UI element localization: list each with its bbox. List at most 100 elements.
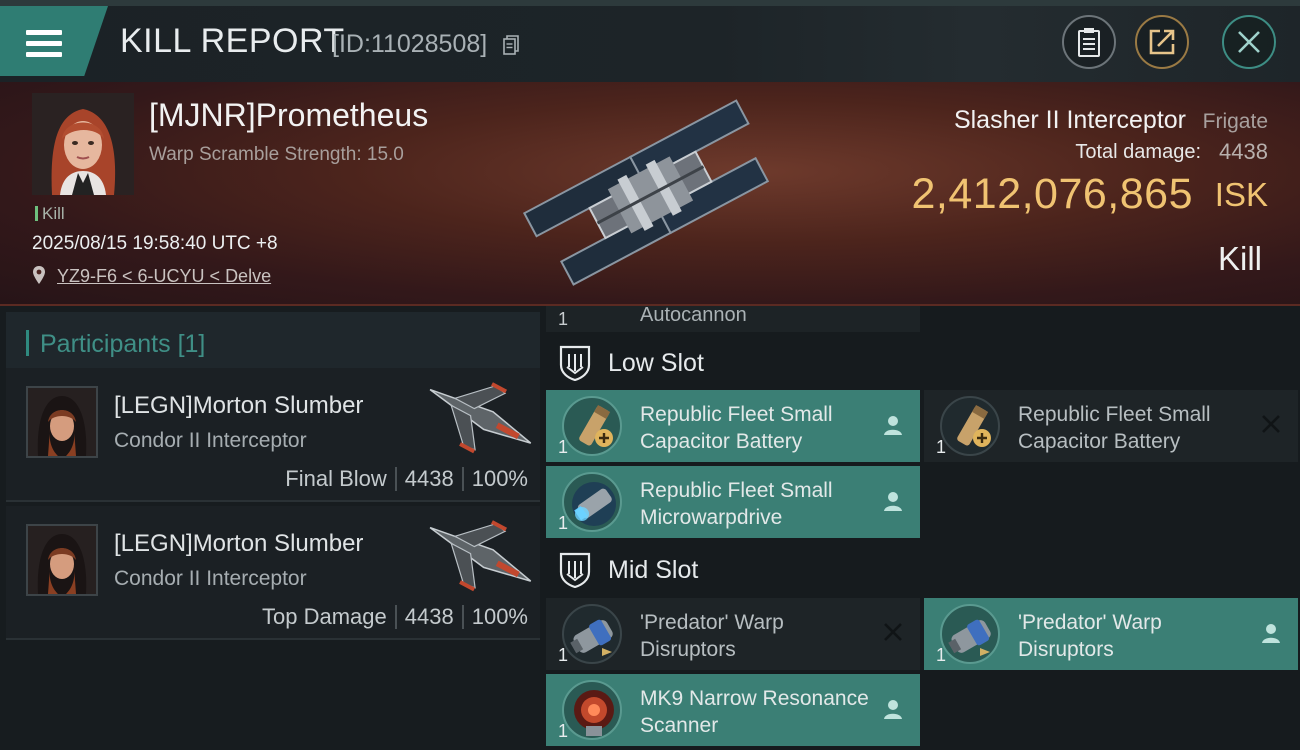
participants-header: Participants [1] — [6, 312, 540, 370]
person-icon — [1262, 624, 1280, 643]
module-quantity: 1 — [936, 645, 947, 665]
clipboard-icon — [1078, 28, 1100, 57]
victim-ship-name[interactable]: Slasher II Interceptor — [954, 106, 1186, 135]
module-name: 'Predator' Warp Disruptors — [1018, 611, 1162, 661]
person-icon — [884, 416, 902, 435]
participant-ship: Condor II Interceptor — [114, 567, 307, 590]
isk-value: 2,412,076,865 — [911, 170, 1193, 218]
kill-timestamp: 2025/08/15 19:58:40 UTC +8 — [32, 233, 278, 254]
participant-avatar — [28, 388, 96, 456]
participant-stats: Final Blow 4438 100% — [285, 466, 528, 492]
location-link[interactable]: YZ9-F6 < 6-UCYU < Delve — [57, 266, 271, 286]
module-item[interactable]: 1 Republic Fleet Small Microwarpdrive — [546, 466, 920, 538]
close-button[interactable] — [1222, 15, 1276, 69]
participant-row[interactable]: [LEGN]Morton Slumber Condor II Intercept… — [6, 368, 540, 502]
warp-disruptor-icon — [940, 604, 1000, 664]
module-item[interactable]: 1 'Predator' Warp Disruptors — [924, 598, 1298, 670]
clipboard-button[interactable] — [1062, 15, 1116, 69]
top-bar: KILL REPORT [ID:11028508] — [0, 0, 1300, 82]
capacitor-battery-icon — [940, 396, 1000, 456]
total-damage-label: Total damage: — [1075, 141, 1201, 163]
low-slot-header: Low Slot — [558, 338, 704, 388]
stat-divider — [461, 605, 464, 629]
module-name: Republic Fleet Small Capacitor Battery — [1018, 403, 1211, 453]
module-item-partial[interactable]: 1 Autocannon — [546, 306, 920, 332]
participant-role: Final Blow — [285, 466, 387, 491]
module-quantity: 1 — [558, 513, 569, 533]
mid-slot-header: Mid Slot — [558, 545, 698, 595]
victim-portrait[interactable] — [32, 93, 134, 195]
participants-title: Participants — [40, 330, 171, 358]
destroyed-x-icon — [1262, 415, 1280, 433]
module-item[interactable]: 1 MK9 Narrow Resonance Scanner — [546, 674, 920, 746]
victim-banner: [MJNR]Prometheus Warp Scramble Strength:… — [0, 82, 1300, 306]
participant-portrait[interactable] — [26, 386, 98, 458]
participants-count: [1] — [177, 330, 206, 358]
module-quantity: 1 — [936, 437, 947, 457]
isk-unit: ISK — [1214, 176, 1268, 213]
participant-damage: 4438 — [404, 466, 454, 491]
participants-label: Participants [1] — [40, 330, 205, 359]
report-id: [ID:11028508] — [332, 30, 488, 58]
stat-divider — [461, 467, 464, 491]
module-name: Republic Fleet Small Capacitor Battery — [640, 403, 833, 453]
participant-portrait[interactable] — [26, 524, 98, 596]
module-name: Republic Fleet Small Microwarpdrive — [640, 479, 833, 529]
warp-disruptor-icon — [562, 604, 622, 664]
stat-divider — [394, 467, 397, 491]
scanner-icon — [562, 680, 622, 740]
person-icon — [884, 700, 902, 719]
destroyed-x-icon — [884, 623, 902, 641]
participant-name[interactable]: [LEGN]Morton Slumber — [114, 392, 363, 420]
microwarpdrive-icon — [562, 472, 622, 532]
share-icon — [1149, 29, 1175, 55]
stat-divider — [394, 605, 397, 629]
share-button[interactable] — [1135, 15, 1189, 69]
module-item[interactable]: 1 Republic Fleet Small Capacitor Battery — [546, 390, 920, 462]
low-slot-label: Low Slot — [608, 348, 704, 377]
module-quantity: 1 — [558, 721, 569, 741]
participant-name[interactable]: [LEGN]Morton Slumber — [114, 530, 363, 558]
mid-slot-label: Mid Slot — [608, 555, 699, 584]
close-icon — [1238, 31, 1260, 53]
module-name: Autocannon — [640, 306, 747, 326]
participant-percent: 100% — [471, 604, 528, 629]
module-quantity: 1 — [558, 437, 569, 457]
module-quantity: 1 — [558, 309, 569, 329]
location-pin-icon — [33, 266, 45, 284]
fitting-panel[interactable]: 1 Autocannon Low Slot 1 Republic Fleet S… — [540, 306, 1300, 750]
participant-stats: Top Damage 4438 100% — [262, 604, 528, 630]
module-name: MK9 Narrow Resonance Scanner — [640, 687, 869, 737]
participant-row[interactable]: [LEGN]Morton Slumber Condor II Intercept… — [6, 506, 540, 640]
participants-panel: Participants [1] [LEGN]Morton Slumber Co… — [0, 306, 540, 750]
participant-ship: Condor II Interceptor — [114, 429, 307, 452]
page-title: KILL REPORT — [120, 22, 345, 60]
capacitor-battery-icon — [562, 396, 622, 456]
menu-button[interactable] — [0, 6, 108, 76]
participant-damage: 4438 — [404, 604, 454, 629]
kill-location[interactable]: YZ9-F6 < 6-UCYU < Delve — [32, 265, 271, 287]
module-item[interactable]: 1 'Predator' Warp Disruptors — [546, 598, 920, 670]
kill-tag: Kill — [35, 204, 65, 224]
victim-ship-image — [522, 99, 770, 286]
mid-slot-icon — [559, 552, 591, 588]
victim-avatar — [32, 93, 134, 195]
participant-ship-image — [429, 520, 532, 592]
warp-scramble-strength: Warp Scramble Strength: 15.0 — [149, 144, 404, 165]
copy-icon[interactable] — [503, 35, 519, 55]
person-icon — [884, 492, 902, 511]
low-slot-icon — [559, 345, 591, 381]
participant-avatar — [28, 526, 96, 594]
participant-percent: 100% — [471, 466, 528, 491]
module-name: 'Predator' Warp Disruptors — [640, 611, 784, 661]
victim-name[interactable]: [MJNR]Prometheus — [149, 97, 428, 134]
module-quantity: 1 — [558, 645, 569, 665]
header-accent-bar — [26, 330, 29, 356]
victim-ship-class: Frigate — [1202, 110, 1268, 133]
participant-ship-image — [429, 382, 532, 454]
kill-result: Kill — [1217, 240, 1262, 277]
menu-icon[interactable] — [26, 30, 62, 58]
total-damage-value: 4438 — [1219, 139, 1268, 164]
participant-role: Top Damage — [262, 604, 387, 629]
module-item[interactable]: 1 Republic Fleet Small Capacitor Battery — [924, 390, 1298, 462]
